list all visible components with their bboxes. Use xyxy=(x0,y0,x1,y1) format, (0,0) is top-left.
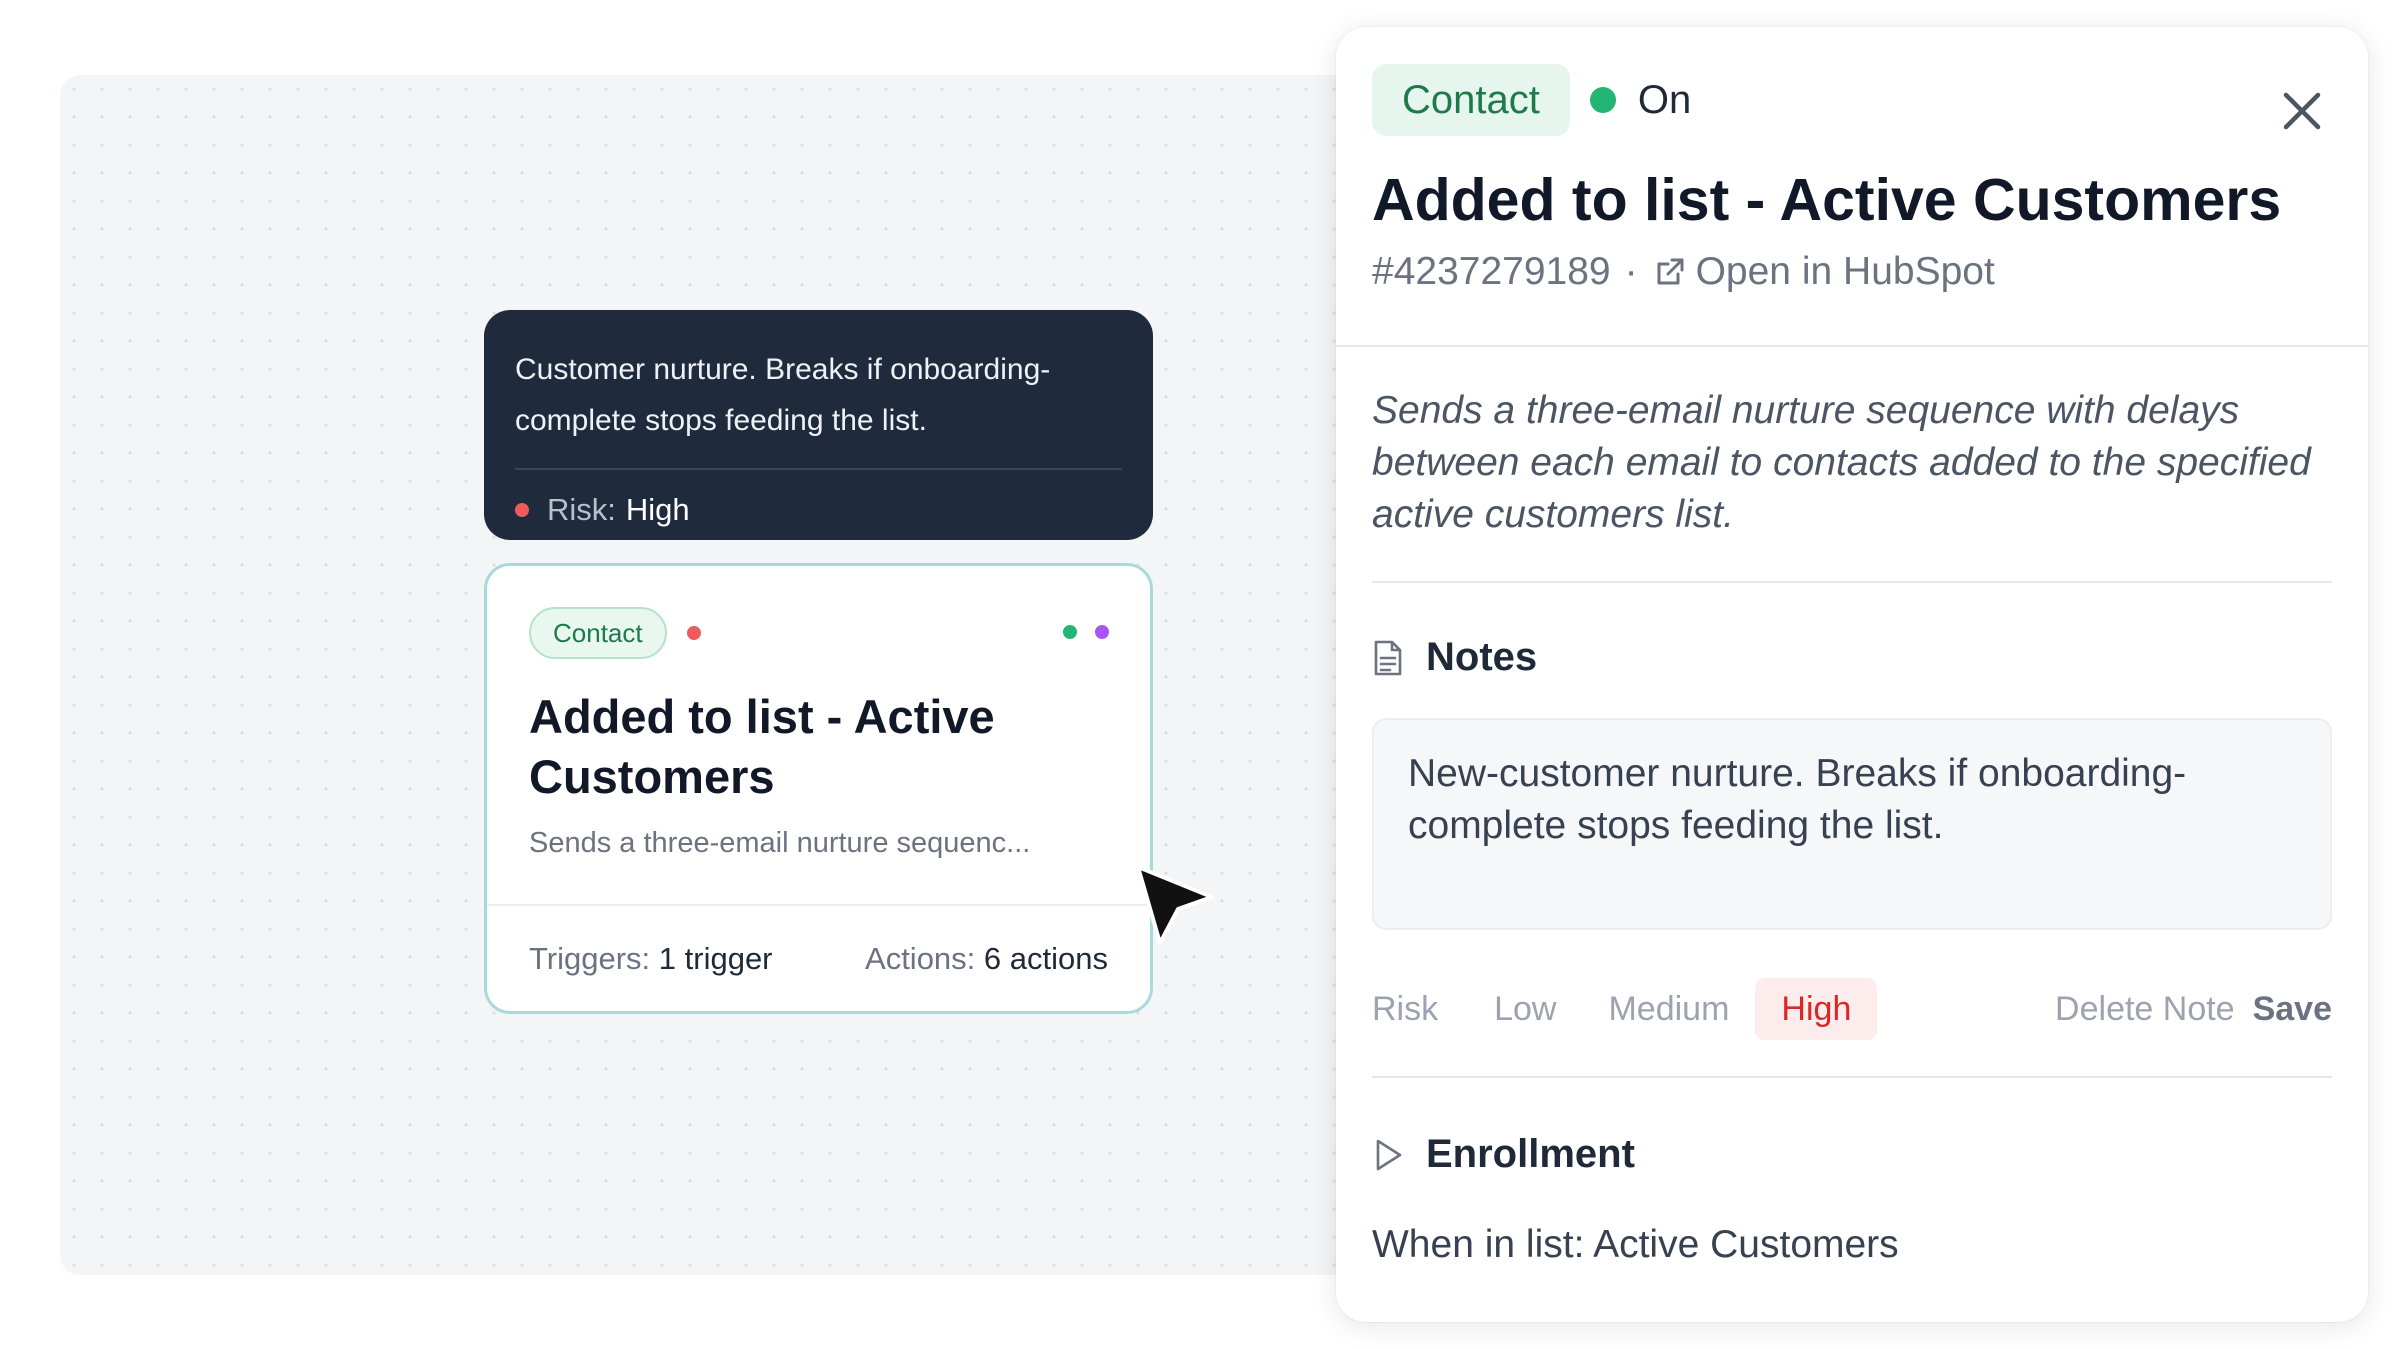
document-icon xyxy=(1374,640,1402,675)
triggers-value: 1 trigger xyxy=(658,940,773,976)
card-description: Sends a three-email nurture sequenc... xyxy=(529,827,1031,859)
workflow-tooltip: Customer nurture. Breaks if onboarding-c… xyxy=(484,310,1153,540)
section-divider xyxy=(1372,1076,2332,1078)
tooltip-divider xyxy=(515,468,1122,470)
tooltip-risk: Risk: High xyxy=(515,492,1122,528)
notes-heading-label: Notes xyxy=(1426,635,1538,679)
risk-option-high[interactable]: High xyxy=(1755,978,1878,1040)
status-indicator: On xyxy=(1589,77,1692,123)
enrollment-heading-label: Enrollment xyxy=(1426,1132,1635,1176)
actions-value: 6 actions xyxy=(983,940,1108,976)
play-icon xyxy=(1376,1139,1402,1170)
risk-dot-icon xyxy=(686,626,701,640)
close-icon[interactable] xyxy=(2274,83,2330,139)
risk-dot-icon xyxy=(515,503,529,517)
panel-header: Contact On Added to list - Active Custom… xyxy=(1336,27,2368,347)
status-label: On xyxy=(1637,77,1692,122)
workflow-id: #4237279189 xyxy=(1372,250,1611,293)
external-link-icon xyxy=(1657,258,1684,285)
delete-note-button[interactable]: Delete Note xyxy=(2055,990,2235,1029)
status-on-icon xyxy=(1589,87,1616,113)
risk-option-medium[interactable]: Medium xyxy=(1582,978,1755,1040)
enrollment-heading[interactable]: Enrollment xyxy=(1372,1132,2332,1177)
panel-title: Added to list - Active Customers xyxy=(1372,167,2282,233)
panel-meta: #4237279189 · Open in HubSpot xyxy=(1372,250,2332,294)
notes-heading: Notes xyxy=(1372,635,2332,680)
open-in-hubspot-label: Open in HubSpot xyxy=(1695,250,1995,293)
risk-selector: Risk Low Medium High Delete Note Save xyxy=(1372,978,2332,1040)
card-actions: Actions: 6 actions xyxy=(865,941,1108,977)
card-triggers: Triggers: 1 trigger xyxy=(529,941,773,977)
card-object-tag: Contact xyxy=(529,607,667,659)
panel-description: Sends a three-email nurture sequence wit… xyxy=(1372,347,2332,583)
panel-object-tag: Contact xyxy=(1372,64,1570,136)
triggers-label: Triggers: xyxy=(529,940,651,976)
card-footer: Triggers: 1 trigger Actions: 6 actions xyxy=(487,904,1150,1011)
mouse-cursor-icon xyxy=(1136,865,1214,945)
card-status-dots xyxy=(1063,625,1109,639)
risk-label: Risk xyxy=(1372,989,1439,1028)
tooltip-description: Customer nurture. Breaks if onboarding-c… xyxy=(515,353,1051,437)
card-title: Added to list - Active Customers xyxy=(529,690,995,803)
workflow-card[interactable]: Contact Added to list - Active Customers… xyxy=(484,563,1153,1014)
tooltip-risk-value: High xyxy=(625,492,690,527)
status-dot-green-icon xyxy=(1063,625,1077,639)
save-button[interactable]: Save xyxy=(2253,990,2332,1029)
notes-textarea[interactable]: New-customer nurture. Breaks if onboardi… xyxy=(1372,718,2332,930)
meta-separator: · xyxy=(1624,250,1638,293)
tooltip-risk-label: Risk: xyxy=(547,492,616,527)
enrollment-criteria: When in list: Active Customers xyxy=(1372,1223,1899,1266)
risk-option-low[interactable]: Low xyxy=(1468,978,1582,1040)
actions-label: Actions: xyxy=(865,940,976,976)
details-panel: Contact On Added to list - Active Custom… xyxy=(1336,27,2368,1322)
open-in-hubspot-link[interactable]: Open in HubSpot xyxy=(1652,250,1995,294)
status-dot-purple-icon xyxy=(1095,625,1109,639)
